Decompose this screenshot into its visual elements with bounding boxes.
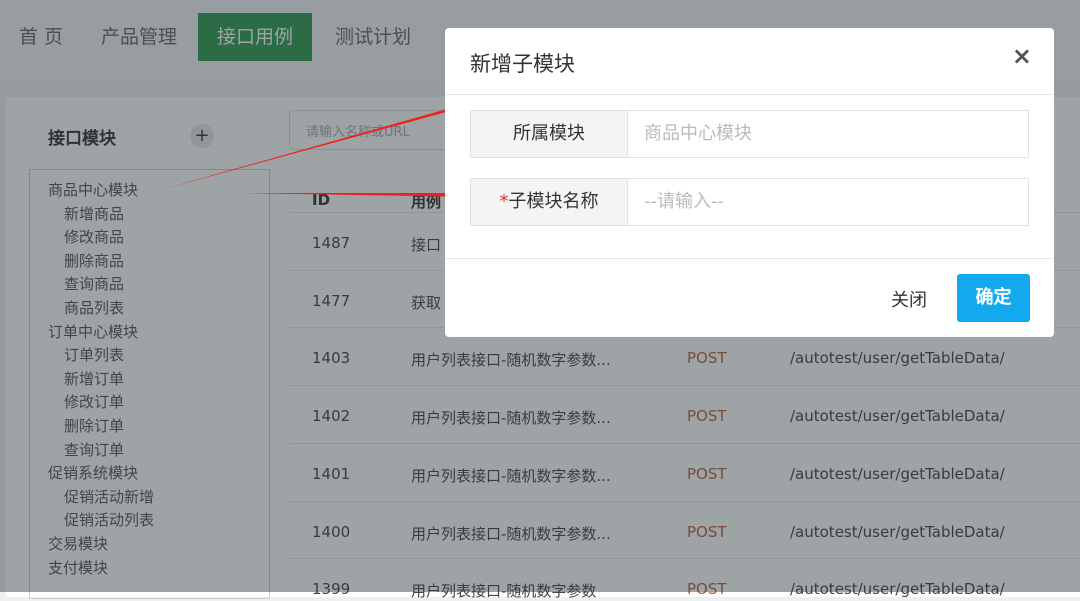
- confirm-button[interactable]: 确定: [957, 274, 1030, 322]
- dialog-title: 新增子模块: [470, 52, 575, 76]
- parent-module-field[interactable]: 商品中心模块: [627, 110, 1029, 158]
- label-text: 子模块名称: [508, 191, 599, 212]
- submodule-name-label: *子模块名称: [470, 178, 628, 226]
- close-icon[interactable]: ×: [1012, 42, 1032, 70]
- cancel-button[interactable]: 关闭: [891, 286, 927, 312]
- required-mark: *: [499, 191, 509, 212]
- submodule-name-input[interactable]: --请输入--: [627, 178, 1029, 226]
- divider: [445, 94, 1054, 95]
- add-submodule-dialog: 新增子模块 × 所属模块 商品中心模块 *子模块名称 --请输入-- 关闭 确定: [445, 28, 1054, 337]
- divider: [445, 258, 1054, 259]
- parent-module-label: 所属模块: [470, 110, 628, 158]
